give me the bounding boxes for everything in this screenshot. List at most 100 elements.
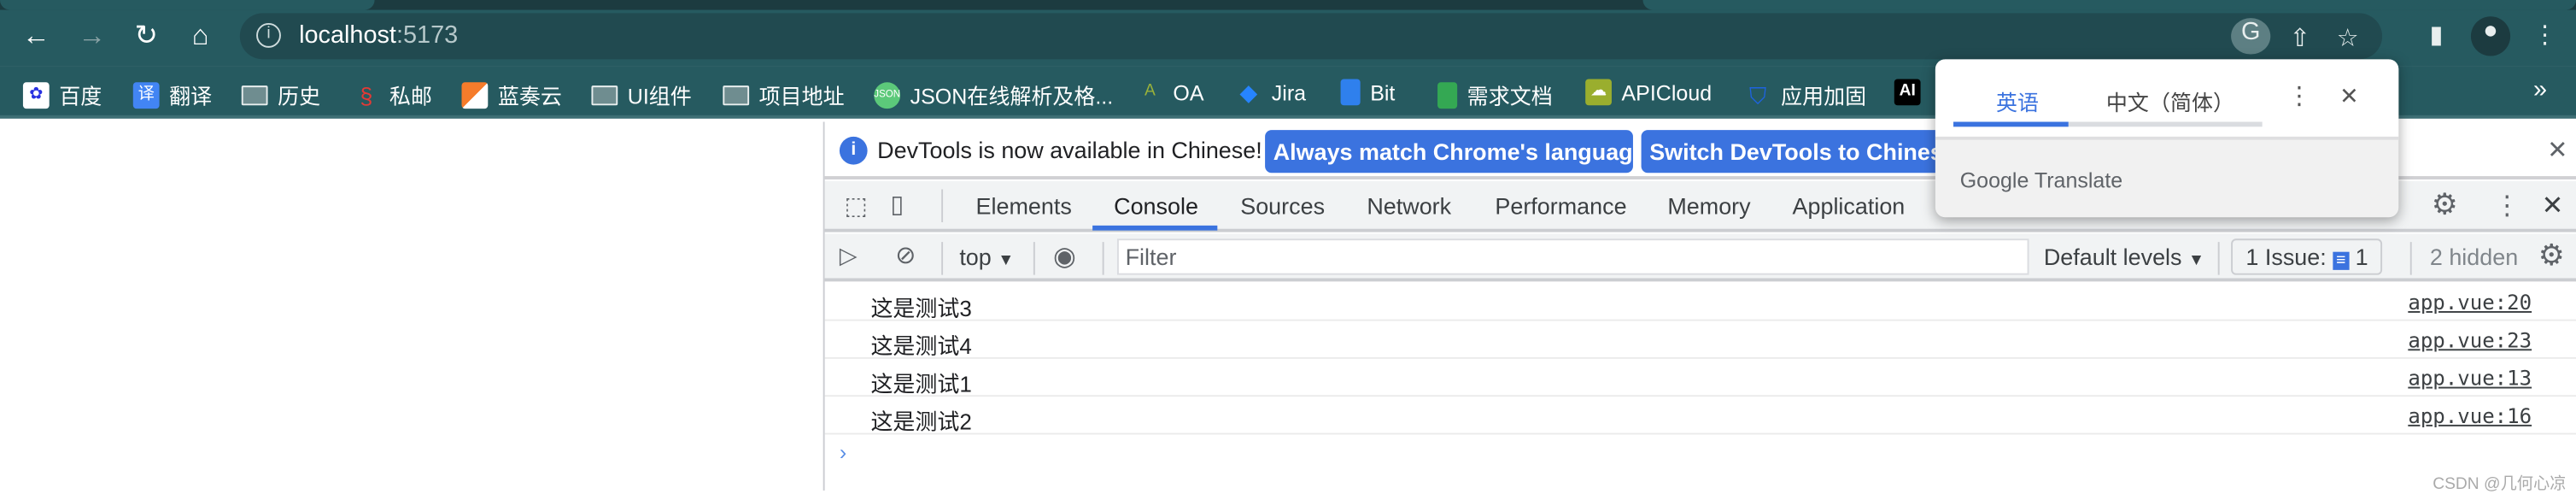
bookmark-label: APICloud xyxy=(1621,79,1712,105)
always-match-language-button[interactable]: Always match Chrome's language xyxy=(1265,130,1633,173)
source-link[interactable]: app.vue:20 xyxy=(2408,290,2532,315)
device-toolbar-icon[interactable]: ▯ xyxy=(891,189,905,219)
infobar-message: DevTools is now available in Chinese! xyxy=(877,136,1262,163)
hidden-count: 2 hidden xyxy=(2429,244,2519,270)
context-selector[interactable]: top ▼ xyxy=(959,244,1014,270)
bookmark-lanzou[interactable]: 蓝奏云 xyxy=(461,79,562,110)
console-prompt[interactable]: › xyxy=(840,439,846,464)
translate-options-icon[interactable]: ⋮ xyxy=(2287,80,2312,110)
close-icon[interactable]: ✕ xyxy=(2547,135,2567,165)
translate-popup: 英语 中文（简体） ⋮ ✕ Google Translate xyxy=(1935,59,2399,218)
tab-sources[interactable]: Sources xyxy=(1240,192,1325,219)
apicloud-icon: ☁ xyxy=(1585,79,1612,106)
issue-icon: ≡ xyxy=(2333,251,2350,270)
bookmark-bit[interactable]: Bit xyxy=(1340,79,1396,106)
mail-icon: § xyxy=(360,81,373,109)
bookmark-folder-ui[interactable]: UI组件 xyxy=(591,79,692,110)
source-link[interactable]: app.vue:16 xyxy=(2408,403,2532,428)
bookmark-apicloud[interactable]: ☁ APICloud xyxy=(1585,79,1712,106)
home-icon[interactable]: ⌂ xyxy=(181,20,220,53)
source-link[interactable]: app.vue:13 xyxy=(2408,366,2532,391)
bookmark-label: 历史 xyxy=(278,84,321,109)
close-devtools-icon[interactable]: ✕ xyxy=(2542,189,2564,222)
watermark: CSDN @几何心凉 xyxy=(2433,475,2567,494)
message-text: 这是测试2 xyxy=(870,409,972,435)
bookmark-label: 翻译 xyxy=(169,84,213,109)
forward-arrow-icon[interactable]: → xyxy=(73,20,112,53)
issues-button[interactable]: 1 Issue: ≡ 1 xyxy=(2231,238,2383,275)
translate-icon: 译 xyxy=(132,81,160,109)
more-options-icon[interactable]: ⋮ xyxy=(2494,189,2520,222)
address-bar[interactable]: i localhost:5173 G ⇧ ☆ xyxy=(239,13,2383,60)
close-icon[interactable]: ✕ xyxy=(2339,82,2359,110)
bookmark-folder-history[interactable]: 历史 xyxy=(241,79,321,110)
context-value: top xyxy=(959,244,992,270)
menu-kebab-icon[interactable]: ⋮ xyxy=(2526,20,2562,50)
bookmark-mail[interactable]: § 私邮 xyxy=(354,79,432,110)
console-message: 这是测试1 app.vue:13 xyxy=(824,359,2576,397)
reload-icon[interactable]: ↻ xyxy=(126,20,166,53)
tab-elements[interactable]: Elements xyxy=(976,192,1072,219)
jira-icon: ◆ xyxy=(1239,79,1258,106)
url-port: :5173 xyxy=(395,21,459,50)
source-language-tab[interactable]: 英语 xyxy=(1996,85,2039,117)
sheet-icon xyxy=(1437,81,1458,109)
switch-to-chinese-button[interactable]: Switch DevTools to Chinese xyxy=(1641,130,1954,173)
clear-console-icon[interactable]: ⊘ xyxy=(895,240,916,270)
source-link[interactable]: app.vue:23 xyxy=(2408,327,2532,352)
bookmark-oa[interactable]: A OA xyxy=(1137,79,1204,105)
share-icon[interactable]: ⇧ xyxy=(2282,23,2318,53)
info-icon: i xyxy=(839,136,868,165)
tab-network[interactable]: Network xyxy=(1367,192,1451,219)
sidebar-toggle-icon[interactable]: ▷ xyxy=(840,242,858,270)
bookmark-baidu[interactable]: ✿ 百度 xyxy=(22,79,102,110)
bookmark-star-icon[interactable]: ☆ xyxy=(2330,23,2366,53)
profile-avatar-icon[interactable]: ● xyxy=(2470,16,2511,56)
page-content xyxy=(0,121,823,491)
bookmark-ai[interactable]: AI xyxy=(1894,79,1921,106)
baidu-icon: ✿ xyxy=(22,81,50,109)
bookmark-label: Jira xyxy=(1271,79,1307,105)
live-expression-eye-icon[interactable]: ◉ xyxy=(1053,240,1076,273)
side-panel-icon[interactable]: ▮ xyxy=(2418,20,2454,50)
bookmark-json[interactable]: JSON JSON在线解析及格... xyxy=(874,79,1113,110)
translate-icon[interactable]: G xyxy=(2231,18,2271,55)
more-bookmarks-button[interactable]: » xyxy=(2533,76,2547,104)
bookmark-label: 私邮 xyxy=(389,84,432,109)
dropdown-arrow-icon: ▼ xyxy=(2187,251,2205,270)
google-translate-logo: Google Translate xyxy=(1959,168,2123,193)
folder-icon xyxy=(723,85,750,105)
filter-input[interactable]: Filter xyxy=(1116,238,2029,275)
bookmark-requirements[interactable]: 需求文档 xyxy=(1437,79,1553,110)
oa-icon: A xyxy=(1145,82,1156,101)
json-icon: JSON xyxy=(874,81,900,109)
settings-gear-icon[interactable]: ⚙ xyxy=(2432,188,2458,222)
tab-performance[interactable]: Performance xyxy=(1495,192,1626,219)
active-tab-indicator xyxy=(1092,225,1218,231)
bookmark-jira[interactable]: ◆ Jira xyxy=(1235,79,1306,105)
tab-memory[interactable]: Memory xyxy=(1667,192,1750,219)
log-levels-dropdown[interactable]: Default levels ▼ xyxy=(2044,244,2204,270)
bookmark-label: Bit xyxy=(1370,79,1396,105)
ai-icon: AI xyxy=(1894,79,1921,106)
console-message: 这是测试3 app.vue:20 xyxy=(824,283,2576,321)
bookmark-app-hardening[interactable]: ⛉ 应用加固 xyxy=(1745,79,1866,110)
tab-console[interactable]: Console xyxy=(1114,192,1198,219)
bookmark-label: OA xyxy=(1173,79,1204,105)
bookmark-label: 项目地址 xyxy=(758,84,845,109)
issues-label: 1 Issue: xyxy=(2245,244,2327,270)
site-info-icon[interactable]: i xyxy=(256,22,281,48)
levels-value: Default levels xyxy=(2043,244,2182,270)
bookmark-translate[interactable]: 译翻译 xyxy=(132,79,213,110)
tab-application[interactable]: Application xyxy=(1793,192,1906,219)
bookmark-folder-projects[interactable]: 项目地址 xyxy=(723,79,845,110)
folder-icon xyxy=(241,85,268,105)
message-text: 这是测试1 xyxy=(870,372,972,397)
message-text: 这是测试3 xyxy=(870,296,972,321)
back-arrow-icon[interactable]: ← xyxy=(16,20,56,53)
lanzou-icon xyxy=(461,81,489,109)
bookmark-label: 蓝奏云 xyxy=(497,84,562,109)
inspect-element-icon[interactable]: ⬚ xyxy=(845,191,868,221)
target-language-tab[interactable]: 中文（简体） xyxy=(2106,85,2234,117)
console-settings-gear-icon[interactable]: ⚙ xyxy=(2538,238,2565,273)
